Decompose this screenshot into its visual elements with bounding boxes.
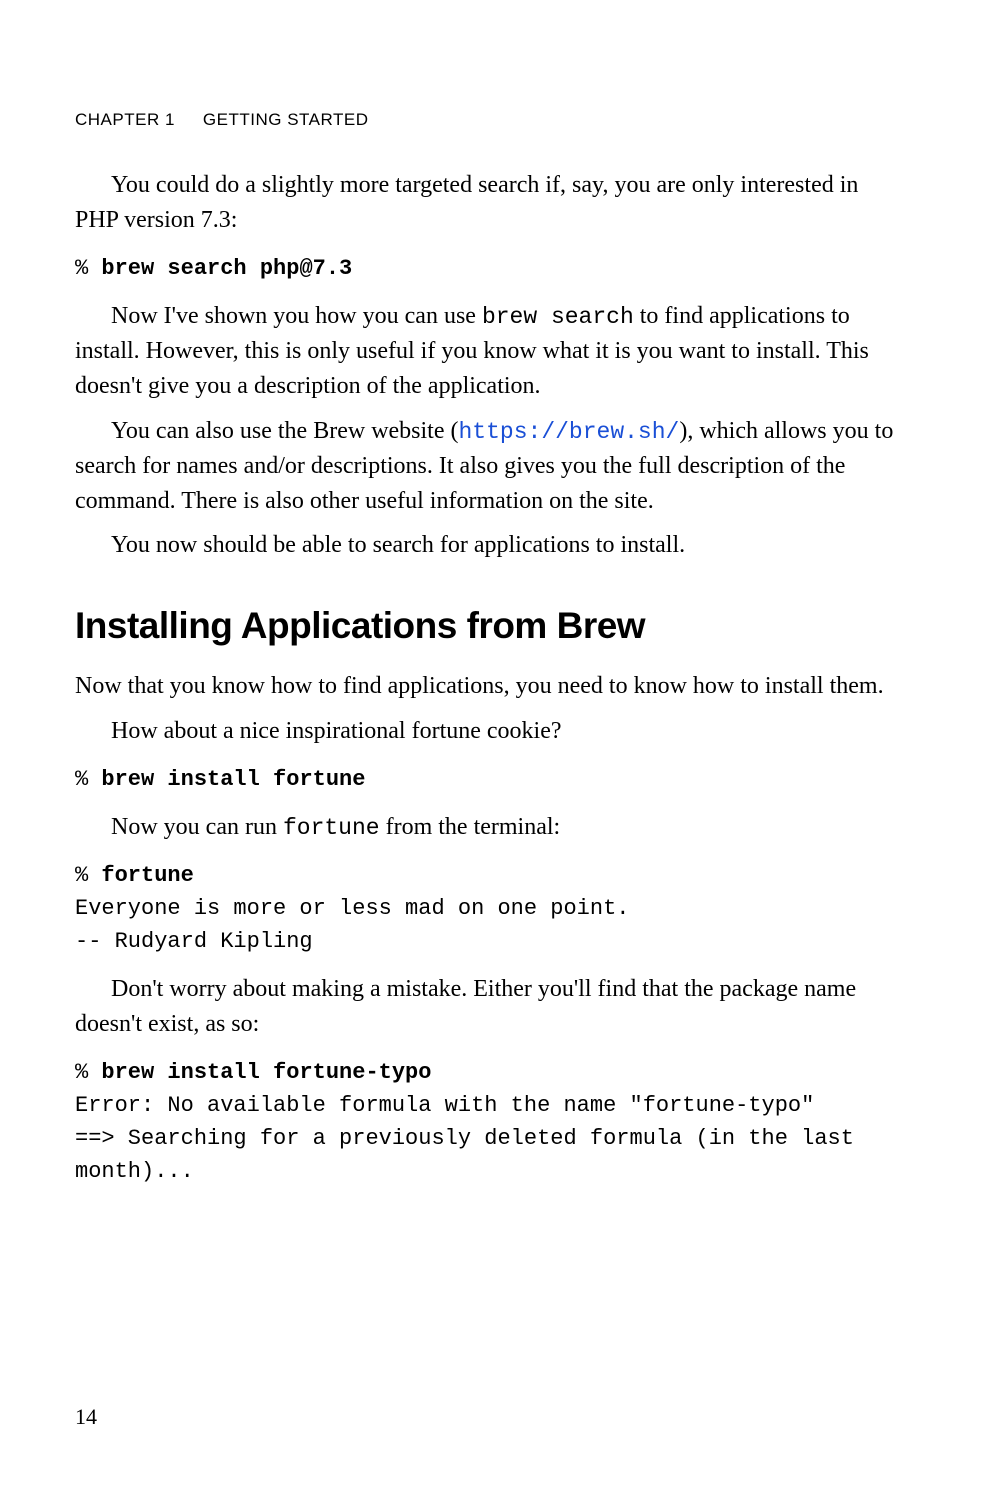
shell-command: brew search php@7.3 <box>101 256 352 281</box>
inline-code: fortune <box>283 815 380 841</box>
shell-prompt: % <box>75 863 101 888</box>
paragraph: You now should be able to search for app… <box>75 528 894 563</box>
shell-prompt: % <box>75 1060 101 1085</box>
paragraph: How about a nice inspirational fortune c… <box>75 714 894 749</box>
paragraph: Now I've shown you how you can use brew … <box>75 299 894 404</box>
shell-output: Error: No available formula with the nam… <box>75 1093 814 1118</box>
shell-command: brew install fortune <box>101 767 365 792</box>
inline-code: brew search <box>482 304 634 330</box>
paragraph: You can also use the Brew website (https… <box>75 414 894 519</box>
code-block: % fortune Everyone is more or less mad o… <box>75 859 894 958</box>
shell-command: brew install fortune-typo <box>101 1060 431 1085</box>
shell-output: -- Rudyard Kipling <box>75 929 313 954</box>
section-heading: Installing Applications from Brew <box>75 605 894 647</box>
page-content: Chapter 1 Getting Started You could do a … <box>0 0 989 1188</box>
shell-prompt: % <box>75 767 101 792</box>
paragraph: Now that you know how to find applicatio… <box>75 669 894 704</box>
brew-link[interactable]: https://brew.sh/ <box>459 419 680 445</box>
shell-prompt: % <box>75 256 101 281</box>
shell-output: Everyone is more or less mad on one poin… <box>75 896 630 921</box>
paragraph: Now you can run fortune from the termina… <box>75 810 894 845</box>
chapter-header: Chapter 1 Getting Started <box>75 110 894 130</box>
code-block: % brew install fortune-typo Error: No av… <box>75 1056 894 1188</box>
page-number: 14 <box>75 1404 97 1430</box>
paragraph: You could do a slightly more targeted se… <box>75 168 894 238</box>
code-block: % brew search php@7.3 <box>75 252 894 285</box>
chapter-number: Chapter 1 <box>75 110 175 130</box>
paragraph: Don't worry about making a mistake. Eith… <box>75 972 894 1042</box>
chapter-title: Getting Started <box>203 110 369 129</box>
shell-output: ==> Searching for a previously deleted f… <box>75 1126 867 1184</box>
shell-command: fortune <box>101 863 193 888</box>
code-block: % brew install fortune <box>75 763 894 796</box>
